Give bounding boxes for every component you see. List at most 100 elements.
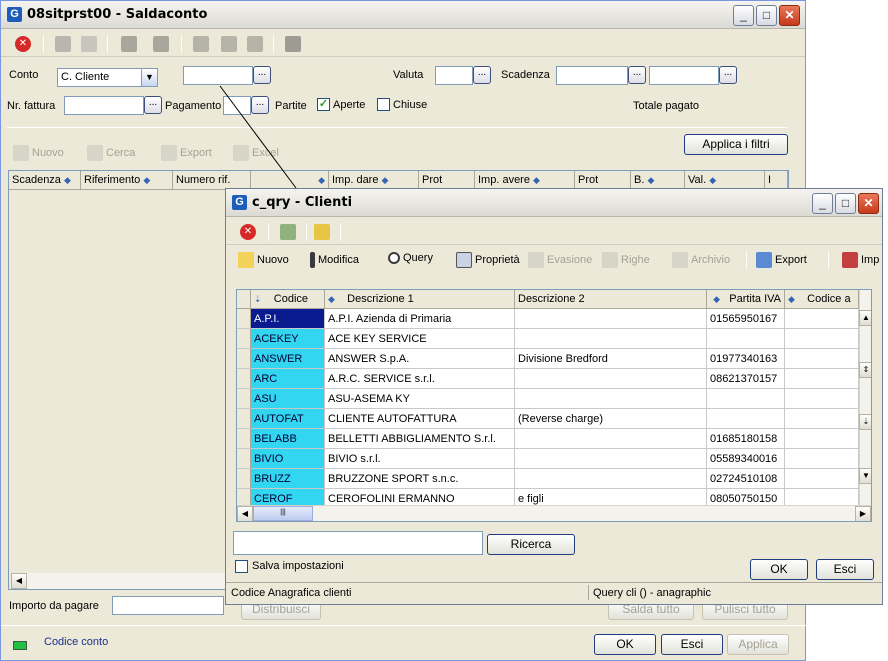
cell-codice[interactable]: ASU [251, 389, 325, 409]
col-codice-a[interactable]: ◆ Codice a [785, 290, 859, 309]
lightning-icon[interactable] [314, 224, 330, 240]
cell-codice-a[interactable] [785, 469, 859, 489]
stop-icon[interactable]: ✕ [240, 224, 256, 240]
cell-codice[interactable]: CEROF [251, 489, 325, 505]
nr-fattura-lookup-button[interactable]: ... [144, 96, 162, 114]
folder-icon[interactable] [221, 36, 237, 52]
cell-codice[interactable]: BRUZZ [251, 469, 325, 489]
evasione-command[interactable]: Evasione [528, 252, 592, 268]
ricerca-button[interactable]: Ricerca [487, 534, 575, 555]
pencil-icon[interactable] [193, 36, 209, 52]
scroll-right-icon[interactable]: ▶ [855, 506, 871, 521]
cell-partita-iva[interactable] [707, 329, 785, 349]
cell-partita-iva[interactable]: 01685180158 [707, 429, 785, 449]
popup-esci-button[interactable]: Esci [816, 559, 874, 580]
undo-icon[interactable] [55, 36, 71, 52]
binoculars-icon[interactable] [121, 36, 137, 52]
scadenza-from-button[interactable]: ... [628, 66, 646, 84]
cell-descrizione1[interactable]: ASU-ASEMA KY [325, 389, 515, 409]
cell-codice[interactable]: ANSWER [251, 349, 325, 369]
valuta-input[interactable] [435, 66, 473, 85]
valuta-lookup-button[interactable]: ... [473, 66, 491, 84]
cell-descrizione1[interactable]: CEROFOLINI ERMANNO [325, 489, 515, 505]
popup-ok-button[interactable]: OK [750, 559, 808, 580]
applica-filtri-button[interactable]: Applica i filtri [684, 134, 788, 155]
cell-descrizione2[interactable] [515, 329, 707, 349]
archive-icon[interactable] [285, 36, 301, 52]
table-row[interactable]: AUTOFAT CLIENTE AUTOFATTURA (Reverse charg… [237, 409, 859, 429]
modifica-command[interactable]: Modifica [310, 252, 359, 268]
export-command[interactable]: Export [161, 145, 212, 161]
table-row[interactable]: BRUZZ BRUZZONE SPORT s.n.c. 02724510108 [237, 469, 859, 489]
popup-maximize-button[interactable]: □ [835, 193, 856, 214]
row-indicator[interactable] [237, 469, 251, 489]
maximize-button[interactable]: □ [756, 5, 777, 26]
table-row[interactable]: ANSWER ANSWER S.p.A. Divisione Bredford 019… [237, 349, 859, 369]
scroll-left-icon[interactable]: ◀ [237, 506, 253, 521]
cell-descrizione1[interactable]: BELLETTI ABBIGLIAMENTO S.r.l. [325, 429, 515, 449]
cell-codice[interactable]: BIVIO [251, 449, 325, 469]
cell-partita-iva[interactable] [707, 409, 785, 429]
main-titlebar[interactable]: G 08sitprst00 - Saldaconto _ □ ✕ [1, 1, 805, 29]
minimize-button[interactable]: _ [733, 5, 754, 26]
cell-codice[interactable]: ARC [251, 369, 325, 389]
cell-descrizione1[interactable]: BRUZZONE SPORT s.n.c. [325, 469, 515, 489]
imp-command[interactable]: Imp [842, 252, 879, 268]
ok-button[interactable]: OK [594, 634, 656, 655]
cell-partita-iva[interactable]: 08050750150 [707, 489, 785, 505]
cell-descrizione2[interactable] [515, 469, 707, 489]
cell-descrizione2[interactable]: e figli [515, 489, 707, 505]
popup-nuovo-command[interactable]: Nuovo [238, 252, 289, 268]
binoculars-next-icon[interactable] [153, 36, 169, 52]
cell-partita-iva[interactable]: 02724510108 [707, 469, 785, 489]
conto-lookup-button[interactable]: ... [253, 66, 271, 84]
cell-descrizione2[interactable] [515, 309, 707, 329]
cell-codice-a[interactable] [785, 309, 859, 329]
row-indicator[interactable] [237, 369, 251, 389]
col-descrizione2[interactable]: Descrizione 2 [515, 290, 707, 309]
cell-descrizione2[interactable] [515, 389, 707, 409]
table-row[interactable]: BELABB BELLETTI ABBIGLIAMENTO S.r.l. 01685… [237, 429, 859, 449]
table-row[interactable]: ACEKEY ACE KEY SERVICE [237, 329, 859, 349]
cell-codice-a[interactable] [785, 489, 859, 505]
cell-partita-iva[interactable] [707, 389, 785, 409]
conto-code-input[interactable] [183, 66, 253, 85]
popup-export-command[interactable]: Export [756, 252, 807, 268]
cell-descrizione2[interactable]: Divisione Bredford [515, 349, 707, 369]
cell-descrizione2[interactable] [515, 429, 707, 449]
righe-command[interactable]: Righe [602, 252, 650, 268]
proprieta-command[interactable]: Proprietà [456, 252, 520, 268]
cell-codice-a[interactable] [785, 429, 859, 449]
scroll-top-icon[interactable]: ▲ [859, 310, 871, 326]
horizontal-scrollbar[interactable]: ◀ ||| ▶ [237, 505, 871, 521]
conto-select[interactable]: C. Cliente ▼ [57, 68, 158, 87]
document-icon[interactable] [81, 36, 97, 52]
salva-checkbox[interactable] [235, 560, 248, 573]
col-riferimento[interactable]: Riferimento ◆ [81, 171, 173, 190]
vertical-scrollbar[interactable]: ▲ ⇕ ⇣ ▼ [859, 290, 871, 505]
cell-descrizione2[interactable] [515, 449, 707, 469]
table-row[interactable]: BIVIO BIVIO s.r.l. 05589340016 [237, 449, 859, 469]
popup-minimize-button[interactable]: _ [812, 193, 833, 214]
cell-partita-iva[interactable]: 01977340163 [707, 349, 785, 369]
row-indicator[interactable] [237, 489, 251, 505]
cell-descrizione2[interactable]: (Reverse charge) [515, 409, 707, 429]
scroll-down-icon[interactable]: ▼ [859, 468, 871, 484]
document-icon[interactable] [280, 224, 296, 240]
nuovo-command[interactable]: Nuovo [13, 145, 64, 161]
chevron-down-icon[interactable]: ▼ [141, 69, 157, 86]
scadenza-to-input[interactable] [649, 66, 719, 85]
aperte-checkbox[interactable]: ✓ [317, 98, 330, 111]
cell-descrizione2[interactable] [515, 369, 707, 389]
cell-partita-iva[interactable]: 01565950167 [707, 309, 785, 329]
cell-codice[interactable]: AUTOFAT [251, 409, 325, 429]
table-row[interactable]: ASU ASU-ASEMA KY [237, 389, 859, 409]
table-row[interactable]: CEROF CEROFOLINI ERMANNO e figli 0805075015… [237, 489, 859, 505]
cell-codice-a[interactable] [785, 409, 859, 429]
col-descrizione1[interactable]: ◆ Descrizione 1 [325, 290, 515, 309]
table-row[interactable]: ARC A.R.C. SERVICE s.r.l. 08621370157 [237, 369, 859, 389]
cerca-command[interactable]: Cerca [87, 145, 135, 161]
row-indicator[interactable] [237, 309, 251, 329]
scroll-thumb[interactable]: ||| [253, 506, 313, 521]
pagamento-input[interactable] [223, 96, 251, 115]
